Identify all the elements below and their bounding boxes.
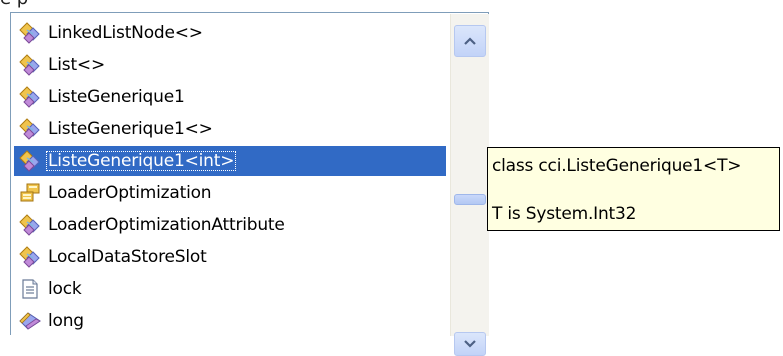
chevron-up-icon bbox=[464, 37, 476, 45]
chevron-down-icon bbox=[464, 340, 476, 348]
list-item[interactable]: lock bbox=[14, 274, 446, 304]
tooltip-type-argument: T is System.Int32 bbox=[492, 204, 637, 224]
list-item[interactable]: LinkedListNode<> bbox=[14, 18, 446, 48]
class-icon bbox=[18, 21, 42, 45]
list-item-label: LoaderOptimization bbox=[48, 183, 212, 203]
class-icon bbox=[18, 245, 42, 269]
list-item[interactable]: long bbox=[14, 306, 446, 336]
list-item[interactable]: LocalDataStoreSlot bbox=[14, 242, 446, 272]
list-item-label: LocalDataStoreSlot bbox=[48, 247, 207, 267]
partial-text-fragment: e p bbox=[0, 0, 40, 8]
class-icon bbox=[18, 213, 42, 237]
list-item-label: ListeGenerique1 bbox=[48, 87, 185, 107]
class-icon bbox=[18, 149, 42, 173]
list-item[interactable]: LoaderOptimizationAttribute bbox=[14, 210, 446, 240]
list-item[interactable]: ListeGenerique1<> bbox=[14, 114, 446, 144]
list-item-label: long bbox=[48, 311, 84, 331]
enum-icon bbox=[18, 181, 42, 205]
class-icon bbox=[18, 53, 42, 77]
class-icon bbox=[18, 117, 42, 141]
list-item[interactable]: LoaderOptimization bbox=[14, 178, 446, 208]
list-item[interactable]: List<> bbox=[14, 50, 446, 80]
completion-items: LinkedListNode<> List<> ListeGenerique1 … bbox=[12, 14, 448, 336]
list-item-label: ListeGenerique1<> bbox=[48, 119, 213, 139]
scrollbar-thumb[interactable] bbox=[454, 194, 486, 205]
list-item-label: LoaderOptimizationAttribute bbox=[48, 215, 285, 235]
quickinfo-tooltip: class cci.ListeGenerique1<T> T is System… bbox=[487, 147, 780, 231]
scroll-up-button[interactable] bbox=[454, 25, 486, 57]
class-icon bbox=[18, 85, 42, 109]
list-item-label: lock bbox=[48, 279, 82, 299]
vertical-scrollbar[interactable] bbox=[450, 14, 489, 356]
list-item-label: ListeGenerique1<int> bbox=[46, 151, 237, 171]
list-item-label: LinkedListNode<> bbox=[48, 23, 203, 43]
tooltip-signature: class cci.ListeGenerique1<T> bbox=[492, 156, 742, 176]
scroll-down-button[interactable] bbox=[454, 332, 486, 356]
list-item[interactable]: ListeGenerique1 bbox=[14, 82, 446, 112]
list-item-label: List<> bbox=[48, 55, 106, 75]
intellisense-completion-list: LinkedListNode<> List<> ListeGenerique1 … bbox=[10, 12, 489, 356]
list-item-selected[interactable]: ListeGenerique1<int> bbox=[14, 146, 446, 176]
keyword-snippet-icon bbox=[18, 277, 42, 301]
struct-icon bbox=[18, 309, 42, 333]
